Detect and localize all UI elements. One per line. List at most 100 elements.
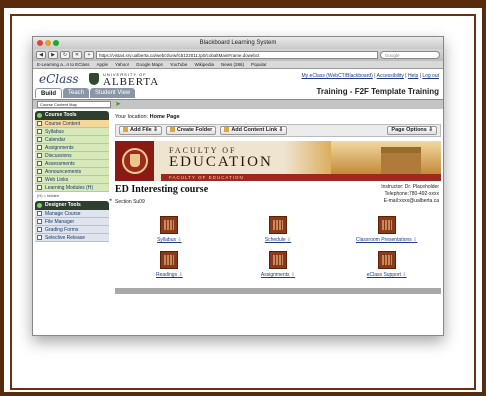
course-navbar: Course Content Map ➤	[33, 99, 443, 109]
bookmark-item[interactable]: Wikipedia	[194, 61, 214, 68]
menu-item-web-links[interactable]: Web Links	[35, 176, 109, 184]
menu-item-file-manager[interactable]: File Manager	[35, 218, 109, 226]
learning-module-icon	[37, 185, 42, 190]
menu-item-announcements[interactable]: Announcements	[35, 168, 109, 176]
page-options-button[interactable]: Page Options ⇩	[387, 126, 437, 135]
folder-icon[interactable]	[377, 251, 396, 269]
menu-item-manage-course[interactable]: Manage Course	[35, 210, 109, 218]
window-title: Blackboard Learning System	[199, 40, 277, 46]
bookmark-item[interactable]: YouTube	[170, 61, 188, 68]
stop-button[interactable]: ✕	[72, 51, 82, 59]
folder-icon	[37, 121, 42, 126]
left-menu: Course Tools Course Content Syllabus Cal…	[35, 111, 109, 242]
menu-item-calendar[interactable]: Calendar	[35, 136, 109, 144]
collapse-menu-icon[interactable]: ◂	[109, 197, 112, 203]
my-eclass-link[interactable]: My eClass (WebCT/Blackboard)	[301, 73, 372, 79]
hidden-note: (H) = hidden	[37, 193, 60, 198]
reload-button[interactable]: ↻	[60, 51, 70, 59]
folder-icon[interactable]	[268, 216, 287, 234]
eclass-logo: eClass	[39, 72, 79, 86]
folder-syllabus[interactable]: Syllabus ⇩	[115, 216, 224, 243]
folder-icon[interactable]	[268, 251, 287, 269]
web-link-icon	[37, 177, 42, 182]
toggle-icon	[37, 203, 42, 208]
minimize-window-button[interactable]	[45, 40, 51, 46]
folder-label[interactable]: Classroom Presentations ⇩	[332, 237, 441, 243]
menu-item-assessments[interactable]: Assessments	[35, 160, 109, 168]
folder-schedule[interactable]: Schedule ⇩	[224, 216, 333, 243]
accessibility-link[interactable]: Accessibility	[377, 73, 404, 79]
ua-logo-text: ALBERTA	[103, 76, 160, 88]
create-folder-button[interactable]: Create Folder	[165, 126, 217, 135]
frame-top	[0, 0, 486, 8]
menu-item-assignments[interactable]: Assignments	[35, 144, 109, 152]
menu-item-selective-release[interactable]: Selective Release	[35, 234, 109, 242]
course-content-map-select[interactable]: Course Content Map	[37, 101, 111, 108]
folder-label[interactable]: eClass Support ⇩	[332, 272, 441, 278]
university-crest-icon	[89, 73, 99, 85]
frame-right	[482, 0, 486, 396]
address-bar[interactable]: https://vista4.srv.ualberta.ca/webct/urw…	[96, 51, 378, 59]
action-bar: Add File ⇩ Create Folder Add Content Lin…	[115, 124, 441, 137]
bookmark-item[interactable]: E-Learning a...n to EClass	[37, 61, 90, 68]
menu-item-course-content[interactable]: Course Content	[35, 120, 109, 128]
close-window-button[interactable]	[37, 40, 43, 46]
bookmark-item[interactable]: Apple	[97, 61, 109, 68]
add-file-button[interactable]: Add File ⇩	[119, 126, 162, 135]
folder-label[interactable]: Schedule ⇩	[224, 237, 333, 243]
forward-button[interactable]: ▶	[48, 51, 58, 59]
folder-label[interactable]: Assignments ⇩	[224, 272, 333, 278]
folder-grid: Syllabus ⇩ Schedule ⇩ Classroom Presenta…	[115, 216, 441, 278]
help-link[interactable]: Help	[408, 73, 418, 79]
bookmarks-bar: E-Learning a...n to EClass Apple Yahoo! …	[33, 61, 443, 69]
folder-readings[interactable]: Readings ⇩	[115, 251, 224, 278]
course-title: Training - F2F Template Training	[316, 87, 439, 96]
menu-item-syllabus[interactable]: Syllabus	[35, 128, 109, 136]
banner-education-text: EDUCATION	[169, 154, 273, 170]
tab-teach[interactable]: Teach	[63, 88, 90, 98]
zoom-window-button[interactable]	[53, 40, 59, 46]
discussion-icon	[37, 153, 42, 158]
browser-window: Blackboard Learning System ◀ ▶ ↻ ✕ + htt…	[32, 36, 444, 336]
folder-icon[interactable]	[377, 216, 396, 234]
bookmark-item[interactable]: Popular	[251, 61, 267, 68]
menu-item-grading-forms[interactable]: Grading Forms	[35, 226, 109, 234]
folder-icon[interactable]	[160, 251, 179, 269]
mode-tabs: Build Teach Student View	[35, 88, 136, 98]
course-info: ED Interesting course Section Su09 Instr…	[115, 184, 441, 208]
back-button[interactable]: ◀	[36, 51, 46, 59]
frame-bottom	[0, 392, 486, 396]
search-field[interactable]: Google	[380, 51, 440, 59]
page-header: eClass UNIVERSITY OF ALBERTA My eClass (…	[33, 69, 443, 99]
webct-page: eClass UNIVERSITY OF ALBERTA My eClass (…	[33, 69, 443, 335]
syllabus-icon	[37, 129, 42, 134]
folder-label[interactable]: Readings ⇩	[115, 272, 224, 278]
tab-student-view[interactable]: Student View	[90, 88, 136, 98]
add-content-link-button[interactable]: Add Content Link ⇩	[220, 126, 288, 135]
window-titlebar: Blackboard Learning System	[33, 37, 443, 49]
instructor-name: Instructor: Dr. Placeholder	[381, 184, 439, 190]
bottom-bar	[115, 288, 441, 294]
file-manager-icon	[37, 219, 42, 224]
menu-item-discussions[interactable]: Discussions	[35, 152, 109, 160]
breadcrumb: Your location: Home Page	[115, 114, 180, 120]
folder-icon[interactable]	[160, 216, 179, 234]
bookmark-item[interactable]: Yahoo!	[115, 61, 129, 68]
folder-label[interactable]: Syllabus ⇩	[115, 237, 224, 243]
folder-classroom-presentations[interactable]: Classroom Presentations ⇩	[332, 216, 441, 243]
header-links: My eClass (WebCT/Blackboard) | Accessibi…	[301, 73, 439, 79]
banner-strip: FACULTY OF EDUCATION	[161, 174, 441, 181]
add-bookmark-button[interactable]: +	[84, 51, 94, 59]
folder-eclass-support[interactable]: eClass Support ⇩	[332, 251, 441, 278]
menu-item-learning-modules[interactable]: Learning Modules (H)	[35, 184, 109, 192]
toggle-icon	[37, 113, 42, 118]
go-arrow-icon[interactable]: ➤	[115, 101, 121, 108]
folder-assignments[interactable]: Assignments ⇩	[224, 251, 333, 278]
course-tools-heading[interactable]: Course Tools	[35, 111, 109, 120]
designer-tools-heading[interactable]: Designer Tools	[35, 201, 109, 210]
bookmark-item[interactable]: News (286)	[221, 61, 244, 68]
logout-link[interactable]: Log out	[422, 73, 439, 79]
bookmark-item[interactable]: Google Maps	[136, 61, 163, 68]
assessment-icon	[37, 161, 42, 166]
tab-build[interactable]: Build	[35, 88, 62, 98]
